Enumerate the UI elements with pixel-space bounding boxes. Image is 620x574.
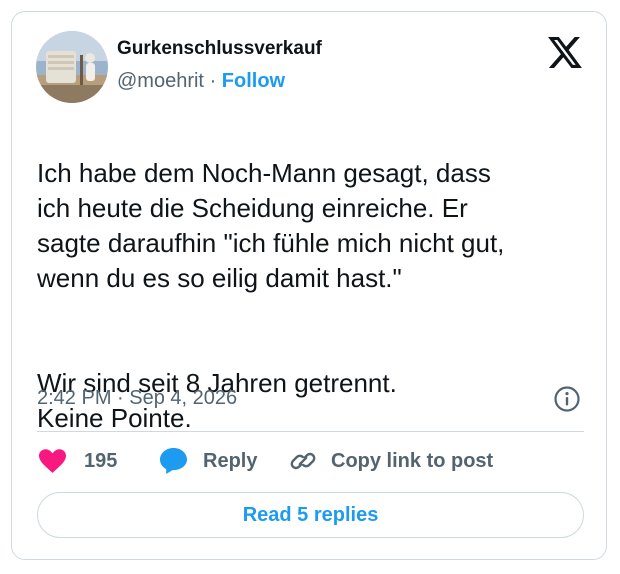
copy-link-button[interactable]: Copy link to post	[289, 445, 493, 477]
reply-button[interactable]: Reply	[159, 445, 257, 477]
author-handle[interactable]: @moehrit	[117, 70, 204, 92]
post-paragraph-1: Ich habe dem Noch-Mann gesagt, dass ich …	[37, 158, 505, 293]
post-card: Gurkenschlussverkauf @moehrit · Follow I…	[11, 11, 607, 560]
read-replies-button[interactable]: Read 5 replies	[37, 492, 584, 538]
avatar-image	[36, 31, 108, 103]
like-button[interactable]: 195	[39, 445, 117, 477]
heart-icon	[39, 449, 66, 473]
reply-label: Reply	[203, 449, 258, 472]
meta-separator: ·	[209, 70, 217, 92]
follow-button[interactable]: Follow	[222, 70, 285, 92]
post-text: Ich habe dem Noch-Mann gesagt, dass ich …	[37, 121, 592, 471]
copy-link-label: Copy link to post	[331, 449, 494, 472]
x-logo-icon[interactable]	[548, 37, 582, 68]
author-meta: @moehrit · Follow	[117, 70, 285, 93]
like-count: 195	[84, 449, 118, 472]
avatar[interactable]	[36, 31, 108, 103]
author-display-name[interactable]: Gurkenschlussverkauf	[117, 38, 322, 60]
divider	[37, 431, 584, 432]
link-icon	[290, 452, 316, 470]
info-icon[interactable]	[553, 385, 581, 413]
post-timestamp[interactable]: 2:42 PM · Sep 4, 2026	[37, 387, 237, 410]
speech-bubble-icon	[160, 448, 187, 474]
